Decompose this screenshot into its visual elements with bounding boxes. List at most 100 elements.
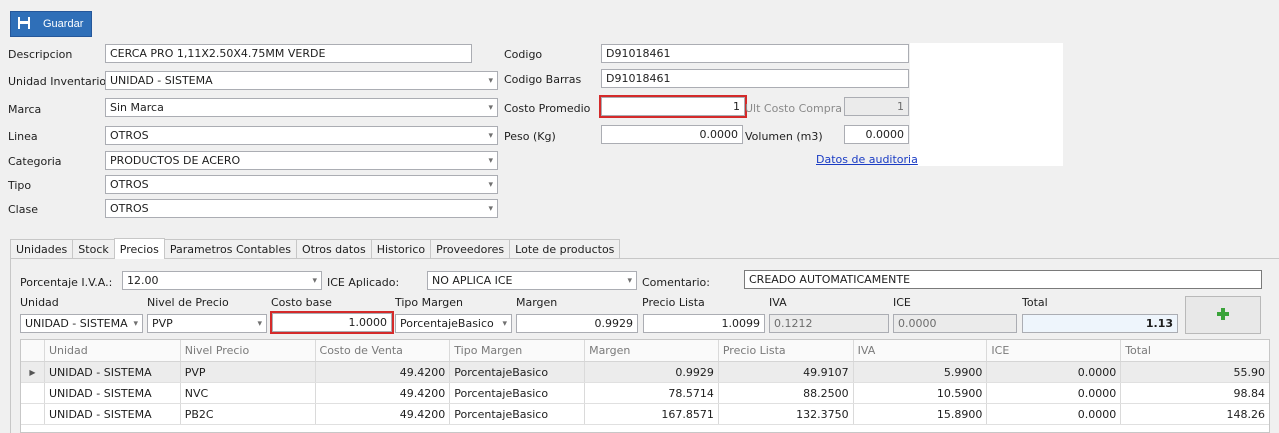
cell-ice: 0.0000: [987, 362, 1122, 382]
grid-header-total[interactable]: Total: [1121, 340, 1269, 361]
chevron-down-icon: ▾: [488, 155, 493, 166]
descripcion-label: Descripcion: [8, 48, 73, 61]
tab-historico[interactable]: Historico: [370, 239, 432, 258]
chevron-down-icon: ▾: [488, 75, 493, 86]
floppy-disk-icon: [17, 16, 31, 33]
codigo-input[interactable]: D91018461: [601, 44, 909, 63]
table-row[interactable]: ▶ UNIDAD - SISTEMA PVP 49.4200 Porcentaj…: [21, 362, 1269, 383]
total-input: 1.13: [1022, 314, 1178, 333]
cell-nivel-precio: NVC: [181, 383, 316, 403]
tab-otros-datos[interactable]: Otros datos: [295, 239, 372, 258]
add-price-button[interactable]: [1185, 296, 1261, 334]
ult-costo-compra-label: Ult Costo Compra: [745, 102, 842, 115]
grid-header-unidad[interactable]: Unidad: [45, 340, 181, 361]
peso-input[interactable]: 0.0000: [601, 125, 743, 144]
chevron-down-icon: ▾: [502, 318, 507, 329]
clase-select[interactable]: OTROS ▾: [105, 199, 498, 218]
tipo-margen-label: Tipo Margen: [395, 296, 463, 309]
nivel-precio-value: PVP: [152, 317, 173, 330]
costo-promedio-label: Costo Promedio: [504, 102, 591, 115]
grid-header-costo-venta[interactable]: Costo de Venta: [316, 340, 451, 361]
grid-header-nivel-precio[interactable]: Nivel Precio: [181, 340, 316, 361]
cell-nivel-precio: PVP: [181, 362, 316, 382]
iva-percent-label: Porcentaje I.V.A.:: [20, 276, 113, 289]
cell-nivel-precio: PB2C: [181, 404, 316, 424]
codigo-barras-label: Codigo Barras: [504, 73, 582, 86]
unidad-inventario-value: UNIDAD - SISTEMA: [110, 74, 213, 87]
precio-lista-input[interactable]: 1.0099: [643, 314, 765, 333]
grid-header-margen[interactable]: Margen: [585, 340, 719, 361]
grid-header-ice[interactable]: ICE: [987, 340, 1122, 361]
codigo-barras-input[interactable]: D91018461: [601, 69, 909, 88]
iva-input: 0.1212: [769, 314, 889, 333]
linea-select[interactable]: OTROS ▾: [105, 126, 498, 145]
grid-header-tipo-margen[interactable]: Tipo Margen: [450, 340, 586, 361]
categoria-select[interactable]: PRODUCTOS DE ACERO ▾: [105, 151, 498, 170]
grid-header-precio-lista[interactable]: Precio Lista: [719, 340, 854, 361]
categoria-label: Categoria: [8, 155, 62, 168]
nivel-precio-select[interactable]: PVP ▾: [147, 314, 267, 333]
auditoria-link[interactable]: Datos de auditoria: [816, 153, 918, 166]
unidad-inventario-select[interactable]: UNIDAD - SISTEMA ▾: [105, 71, 498, 90]
tab-lote-de-productos[interactable]: Lote de productos: [509, 239, 621, 258]
cell-iva: 10.5900: [854, 383, 988, 403]
cell-precio-lista: 49.9107: [719, 362, 854, 382]
ice-aplicado-label: ICE Aplicado:: [327, 276, 400, 289]
ice-input: 0.0000: [893, 314, 1017, 333]
ult-costo-compra-input: 1: [844, 97, 909, 116]
descripcion-input[interactable]: CERCA PRO 1,11X2.50X4.75MM VERDE: [105, 44, 472, 63]
chevron-down-icon: ▾: [627, 275, 632, 286]
nivel-precio-label: Nivel de Precio: [147, 296, 229, 309]
cell-margen: 0.9929: [585, 362, 719, 382]
unidad-label: Unidad: [20, 296, 59, 309]
ice-aplicado-value: NO APLICA ICE: [432, 274, 513, 287]
tipo-select[interactable]: OTROS ▾: [105, 175, 498, 194]
ice-label: ICE: [893, 296, 911, 309]
plus-icon: [1216, 307, 1230, 324]
tab-strip: Unidades Stock Precios Parametros Contab…: [10, 238, 621, 259]
grid-header-iva[interactable]: IVA: [854, 340, 988, 361]
margen-input[interactable]: 0.9929: [516, 314, 638, 333]
ice-aplicado-select[interactable]: NO APLICA ICE ▾: [427, 271, 637, 290]
chevron-down-icon: ▾: [488, 130, 493, 141]
cell-costo-venta: 49.4200: [316, 362, 451, 382]
tab-unidades[interactable]: Unidades: [10, 239, 74, 258]
marca-select[interactable]: Sin Marca ▾: [105, 98, 498, 117]
tab-parametros-contables[interactable]: Parametros Contables: [163, 239, 297, 258]
table-row[interactable]: UNIDAD - SISTEMA PB2C 49.4200 Porcentaje…: [21, 404, 1269, 425]
tab-proveedores[interactable]: Proveedores: [430, 239, 511, 258]
iva-percent-value: 12.00: [127, 274, 159, 287]
chevron-down-icon: ▾: [133, 318, 138, 329]
unidad-inventario-label: Unidad Inventario: [8, 75, 107, 88]
prices-grid: Unidad Nivel Precio Costo de Venta Tipo …: [20, 339, 1270, 433]
costo-promedio-input[interactable]: 1: [599, 95, 747, 118]
precio-lista-label: Precio Lista: [642, 296, 705, 309]
margen-label: Margen: [516, 296, 558, 309]
save-button[interactable]: Guardar: [10, 11, 92, 37]
cell-total: 148.26: [1226, 407, 1265, 421]
cell-margen: 167.8571: [585, 404, 719, 424]
comentario-input[interactable]: CREADO AUTOMATICAMENTE: [744, 270, 1262, 289]
marca-label: Marca: [8, 103, 42, 116]
codigo-label: Codigo: [504, 48, 543, 61]
tab-stock[interactable]: Stock: [72, 239, 115, 258]
chevron-down-icon: ▾: [488, 203, 493, 214]
costo-base-input[interactable]: 1.0000: [270, 311, 394, 334]
tab-precios[interactable]: Precios: [113, 238, 165, 259]
cell-total: 98.84: [1233, 386, 1265, 400]
peso-label: Peso (Kg): [504, 130, 556, 143]
tipo-margen-select[interactable]: PorcentajeBasico ▾: [395, 314, 512, 333]
cell-ice: 0.0000: [987, 383, 1122, 403]
volumen-input[interactable]: 0.0000: [844, 125, 909, 144]
comentario-label: Comentario:: [642, 276, 710, 289]
image-panel: [910, 43, 1063, 166]
table-row[interactable]: UNIDAD - SISTEMA NVC 49.4200 PorcentajeB…: [21, 383, 1269, 404]
unidad-select[interactable]: UNIDAD - SISTEMA ▾: [20, 314, 143, 333]
cell-tipo-margen: PorcentajeBasico: [450, 404, 586, 424]
row-indicator: [21, 383, 45, 403]
iva-percent-select[interactable]: 12.00 ▾: [122, 271, 322, 290]
cell-unidad: UNIDAD - SISTEMA: [45, 383, 181, 403]
cell-unidad: UNIDAD - SISTEMA: [45, 404, 181, 424]
row-pointer-icon: ▶: [21, 362, 45, 382]
cell-iva: 5.9900: [854, 362, 988, 382]
